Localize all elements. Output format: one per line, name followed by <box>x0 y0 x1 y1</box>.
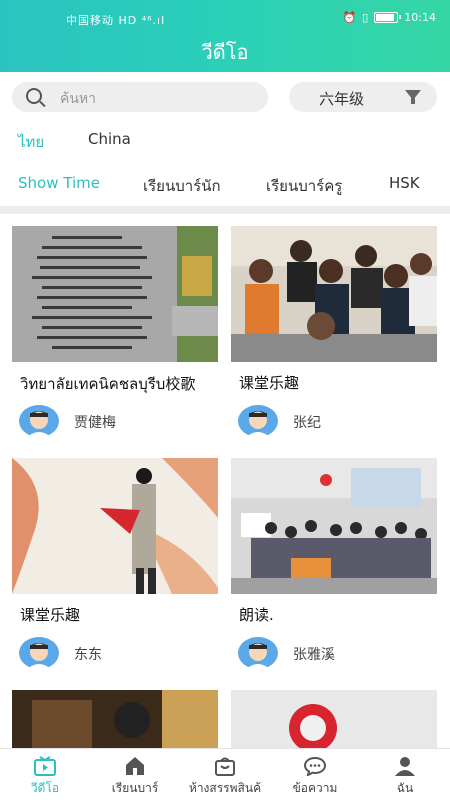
video-card[interactable]: วิทยาลัยเทคนิคชลบุรีบ校歌 贾健梅 <box>12 226 218 446</box>
search-input[interactable]: ค้นหา <box>12 82 268 112</box>
language-tabs: ไทย China <box>0 130 450 154</box>
video-thumbnail <box>12 226 218 362</box>
tab-category-hsk[interactable]: HSK <box>389 174 420 192</box>
home-icon <box>126 757 144 775</box>
tab-me[interactable]: ฉัน <box>360 749 450 800</box>
person-icon <box>395 757 415 776</box>
carrier-text: 中国移动 HD ⁴⁶.ıl <box>66 14 166 27</box>
video-author: 张雅溪 <box>293 647 335 663</box>
search-icon <box>26 88 42 104</box>
video-card[interactable] <box>231 690 437 748</box>
tab-video-label: วีดีโอ <box>30 781 60 795</box>
video-card[interactable]: 课堂乐趣 张纪 <box>231 226 437 446</box>
tab-me-label: ฉัน <box>396 781 414 795</box>
video-card[interactable]: 朗读. 张雅溪 <box>231 458 437 678</box>
section-divider <box>0 206 450 214</box>
video-card[interactable]: 课堂乐趣 东东 <box>12 458 218 678</box>
filter-icon <box>405 90 421 104</box>
avatar <box>19 637 59 670</box>
page-title: วีดีโอ <box>201 40 249 64</box>
video-author: 张纪 <box>293 415 321 431</box>
shop-bag-icon <box>215 757 235 776</box>
vibrate-icon: ▯ <box>362 11 369 24</box>
tab-learn-label: เรียนบาร์ <box>111 781 159 795</box>
tab-category-show-time[interactable]: Show Time <box>18 174 100 192</box>
tab-shop[interactable]: ห้างสรรพสินค้ <box>180 749 270 800</box>
avatar <box>238 405 278 438</box>
status-icons: ⏰ ▯ 10:14 <box>343 11 436 24</box>
tab-messages[interactable]: ข้อความ <box>270 749 360 800</box>
category-tabs: Show Time เรียนบาร์นัก เรียนบาร์ครู HSK <box>0 168 450 208</box>
app-header: 中国移动 HD ⁴⁶.ıl ⏰ ▯ 10:14 วีดีโอ <box>0 0 450 72</box>
tab-shop-label: ห้างสรรพสินค้ <box>188 781 262 795</box>
search-placeholder: ค้นหา <box>60 91 97 107</box>
video-title: 朗读. <box>239 606 274 624</box>
alarm-icon: ⏰ <box>342 11 357 24</box>
video-card[interactable] <box>12 690 218 748</box>
grade-filter-button[interactable]: 六年级 <box>289 82 437 112</box>
tab-category-teacher[interactable]: เรียนบาร์ครู <box>266 174 342 198</box>
tab-video[interactable]: วีดีโอ <box>0 749 90 800</box>
video-author: 贾健梅 <box>74 415 116 431</box>
battery-icon <box>374 12 402 23</box>
tab-category-student[interactable]: เรียนบาร์นัก <box>143 174 221 198</box>
video-title: วิทยาลัยเทคนิคชลบุรีบ校歌 <box>20 375 196 393</box>
video-author: 东东 <box>74 647 102 663</box>
tab-messages-label: ข้อความ <box>292 781 338 795</box>
search-row: ค้นหา 六年级 <box>0 82 450 112</box>
tab-language-thai[interactable]: ไทย <box>18 130 44 154</box>
video-thumbnail <box>12 690 218 748</box>
video-thumbnail <box>231 226 437 362</box>
clock-time: 10:14 <box>404 11 436 24</box>
video-title: 课堂乐趣 <box>239 374 300 392</box>
avatar <box>238 637 278 670</box>
tab-language-china[interactable]: China <box>88 130 131 148</box>
bottom-tab-bar: วีดีโอ เรียนบาร์ ห้างสรรพสินค้ ข้อความ ฉ… <box>0 748 450 800</box>
video-icon <box>34 756 56 776</box>
tab-learn[interactable]: เรียนบาร์ <box>90 749 180 800</box>
video-thumbnail <box>231 458 437 594</box>
video-thumbnail <box>12 458 218 594</box>
message-icon <box>304 756 326 776</box>
avatar <box>19 405 59 438</box>
status-bar: 中国移动 HD ⁴⁶.ıl ⏰ ▯ 10:14 <box>0 0 450 36</box>
video-thumbnail <box>231 690 437 748</box>
video-title: 课堂乐趣 <box>20 606 81 624</box>
grade-filter-value: 六年级 <box>319 90 365 108</box>
